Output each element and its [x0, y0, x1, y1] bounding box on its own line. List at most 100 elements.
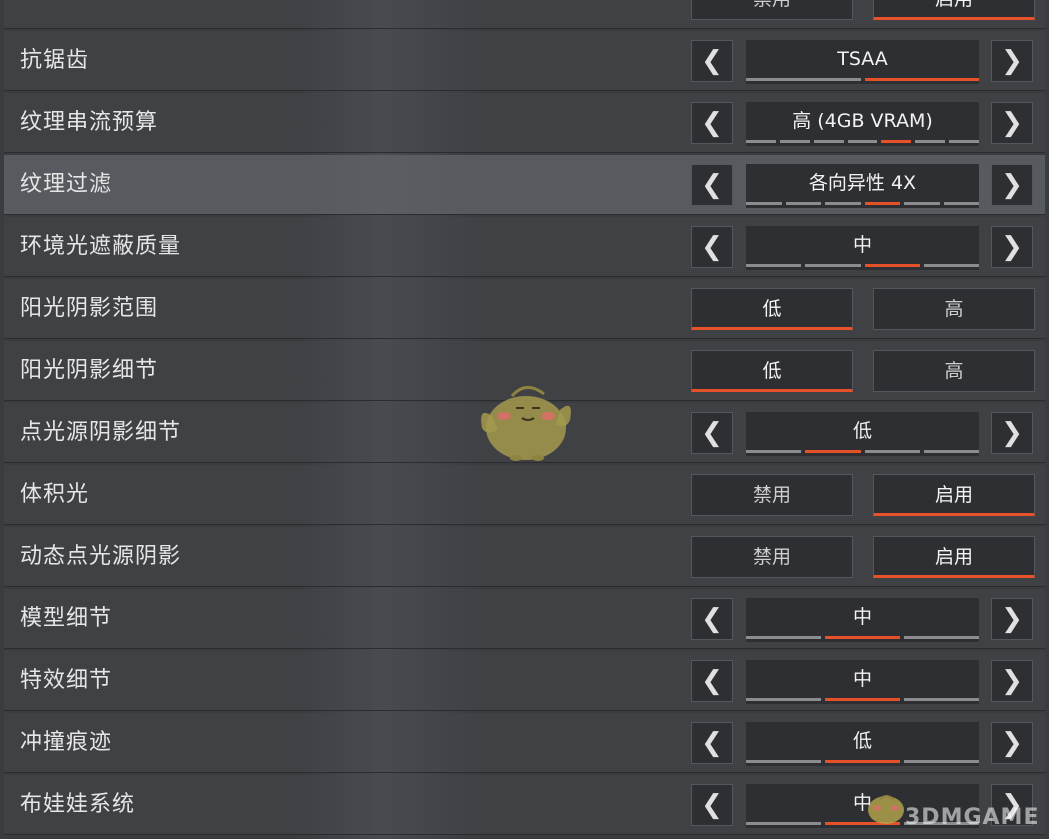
- level-segment: [746, 78, 861, 81]
- setting-label: 特效细节: [20, 668, 113, 693]
- level-segment: [779, 140, 810, 143]
- level-segment: [904, 698, 979, 701]
- chevron-left-icon: ❮: [701, 170, 723, 200]
- option-level-indicator: [746, 450, 979, 453]
- option-toggle-button[interactable]: 禁用: [691, 536, 853, 578]
- option-value-box: 中: [746, 660, 979, 704]
- option-value: 高 (4GB VRAM): [792, 110, 933, 132]
- previous-option-button[interactable]: ❮: [691, 660, 733, 702]
- next-option-button[interactable]: ❯: [991, 660, 1033, 702]
- next-option-button[interactable]: ❯: [991, 412, 1033, 454]
- chevron-right-icon: ❯: [1001, 666, 1023, 696]
- chevron-left-icon: ❮: [701, 232, 723, 262]
- next-option-button[interactable]: ❯: [991, 722, 1033, 764]
- level-segment: [813, 140, 844, 143]
- previous-option-button[interactable]: ❮: [691, 412, 733, 454]
- level-segment-active: [864, 78, 979, 81]
- previous-option-button[interactable]: ❮: [691, 102, 733, 144]
- previous-option-button[interactable]: ❮: [691, 164, 733, 206]
- option-value: 中: [852, 668, 872, 690]
- option-value: 各向异性 4X: [808, 172, 917, 194]
- level-segment: [949, 140, 980, 143]
- next-option-button[interactable]: ❯: [991, 226, 1033, 268]
- level-segment-active: [881, 140, 912, 143]
- setting-row[interactable]: 环境光遮蔽质量 ❮ 中 ❯: [4, 217, 1045, 277]
- level-segment-active: [864, 264, 920, 267]
- option-value-box: 高 (4GB VRAM): [746, 102, 980, 146]
- option-level-indicator: [746, 78, 979, 81]
- option-toggle-button[interactable]: 启用: [873, 0, 1035, 20]
- next-option-button[interactable]: ❯: [991, 164, 1033, 206]
- option-toggle-button[interactable]: 禁用: [691, 0, 853, 20]
- setting-label: 点光源阴影细节: [20, 420, 182, 445]
- setting-row[interactable]: 禁用启用: [4, 0, 1045, 29]
- watermark-logo-icon: [868, 795, 904, 824]
- option-toggle-button[interactable]: 禁用: [691, 474, 853, 516]
- setting-row[interactable]: 抗锯齿 ❮ TSAA ❯: [4, 31, 1045, 91]
- option-value: 低: [852, 730, 872, 752]
- option-toggle-button[interactable]: 低: [691, 350, 853, 392]
- level-segment: [915, 140, 946, 143]
- chevron-right-icon: ❯: [1001, 604, 1023, 634]
- chevron-left-icon: ❮: [701, 790, 723, 820]
- level-segment: [746, 140, 776, 143]
- chevron-right-icon: ❯: [1001, 232, 1023, 262]
- level-segment: [943, 202, 979, 205]
- level-segment: [746, 698, 821, 701]
- option-value-box: 低: [746, 722, 979, 766]
- level-segment: [746, 822, 821, 825]
- previous-option-button[interactable]: ❮: [691, 226, 733, 268]
- chevron-left-icon: ❮: [701, 108, 723, 138]
- option-value: 中: [852, 606, 872, 628]
- level-segment: [746, 636, 821, 639]
- setting-row[interactable]: 纹理串流预算 ❮ 高 (4GB VRAM) ❯: [4, 93, 1045, 153]
- chevron-right-icon: ❯: [1001, 418, 1023, 448]
- setting-row[interactable]: 体积光 禁用 启用: [4, 465, 1045, 525]
- level-segment-active: [864, 202, 900, 205]
- option-value: 低: [852, 420, 872, 442]
- setting-row[interactable]: 动态点光源阴影 禁用 启用: [4, 527, 1045, 587]
- setting-row[interactable]: 冲撞痕迹 ❮ 低 ❯: [4, 713, 1045, 773]
- next-option-button[interactable]: ❯: [991, 40, 1033, 82]
- setting-row[interactable]: 特效细节 ❮ 中 ❯: [4, 651, 1045, 711]
- level-segment: [825, 202, 861, 205]
- next-option-button[interactable]: ❯: [991, 598, 1033, 640]
- previous-option-button[interactable]: ❮: [691, 784, 733, 826]
- option-level-indicator: [746, 698, 979, 701]
- option-toggle-button[interactable]: 高: [873, 350, 1035, 392]
- setting-label: 环境光遮蔽质量: [20, 234, 182, 259]
- chevron-right-icon: ❯: [1001, 728, 1023, 758]
- level-segment-active: [805, 450, 861, 453]
- chevron-left-icon: ❮: [701, 728, 723, 758]
- option-level-indicator: [746, 202, 979, 205]
- chevron-left-icon: ❮: [701, 604, 723, 634]
- mascot-watermark-icon: [481, 386, 571, 461]
- option-toggle-button[interactable]: 启用: [873, 474, 1035, 516]
- setting-row[interactable]: 纹理过滤 ❮ 各向异性 4X ❯: [4, 155, 1045, 215]
- option-level-indicator: [746, 140, 980, 143]
- level-segment: [923, 450, 979, 453]
- level-segment: [847, 140, 878, 143]
- setting-label: 纹理串流预算: [20, 110, 159, 135]
- setting-label: 布娃娃系统: [20, 792, 136, 817]
- level-segment: [746, 760, 821, 763]
- previous-option-button[interactable]: ❮: [691, 40, 733, 82]
- option-value: TSAA: [837, 48, 888, 70]
- option-value-box: 中: [746, 226, 979, 270]
- option-level-indicator: [746, 264, 979, 267]
- option-toggle-button[interactable]: 低: [691, 288, 853, 330]
- setting-label: 模型细节: [20, 606, 113, 631]
- level-segment-active: [825, 636, 900, 639]
- previous-option-button[interactable]: ❮: [691, 722, 733, 764]
- option-value-box: 低: [746, 412, 979, 456]
- level-segment: [746, 450, 802, 453]
- next-option-button[interactable]: ❯: [991, 102, 1033, 144]
- previous-option-button[interactable]: ❮: [691, 598, 733, 640]
- setting-row[interactable]: 阳光阴影范围 低高: [4, 279, 1045, 339]
- setting-row[interactable]: 模型细节 ❮ 中 ❯: [4, 589, 1045, 649]
- level-segment: [746, 264, 802, 267]
- option-toggle-button[interactable]: 启用: [873, 536, 1035, 578]
- option-toggle-button[interactable]: 高: [873, 288, 1035, 330]
- chevron-right-icon: ❯: [1001, 108, 1023, 138]
- chevron-left-icon: ❮: [701, 666, 723, 696]
